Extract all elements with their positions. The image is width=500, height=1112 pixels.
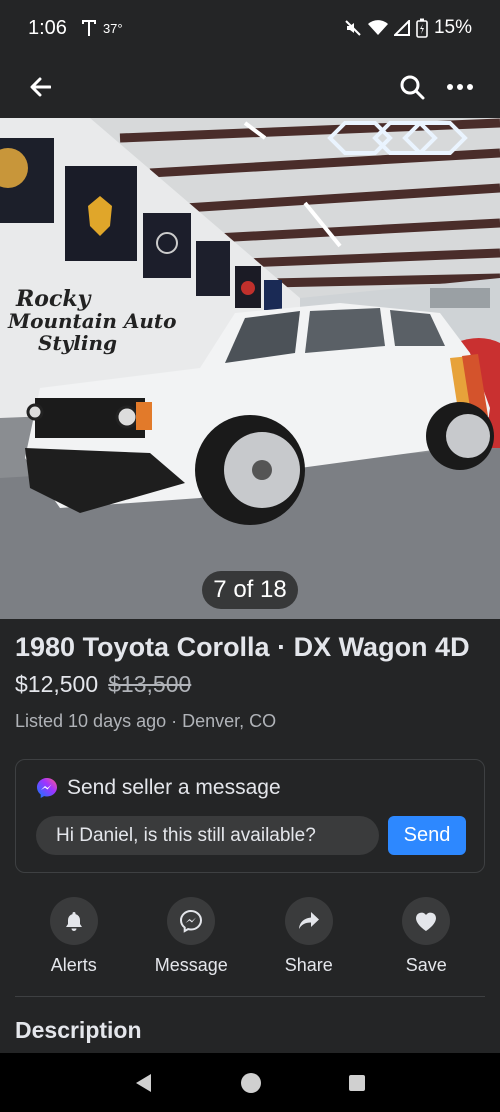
mute-icon	[345, 20, 361, 36]
signal-icon	[393, 20, 410, 36]
description-heading: Description	[15, 1017, 142, 1043]
listing-title: 1980 Toyota Corolla · DX Wagon 4D	[15, 632, 470, 662]
messenger-icon	[180, 909, 203, 933]
tmobile-icon	[81, 20, 96, 36]
svg-text:Mountain Auto: Mountain Auto	[7, 309, 177, 333]
alerts-button[interactable]: Alerts	[15, 897, 133, 981]
divider	[15, 996, 485, 997]
message-heading: Send seller a message	[67, 776, 281, 799]
action-row: Alerts Message Share Save	[15, 897, 485, 981]
wifi-icon	[367, 20, 388, 35]
search-icon	[400, 75, 425, 100]
price-row: $12,500 $13,500	[15, 671, 191, 698]
search-button[interactable]	[390, 65, 434, 109]
back-arrow-icon	[30, 77, 51, 97]
nav-back-icon[interactable]	[133, 1072, 155, 1094]
send-button[interactable]: Send	[388, 816, 466, 855]
listing-price: $12,500	[15, 671, 99, 697]
message-card: Send seller a message Hi Daniel, is this…	[15, 759, 485, 873]
back-button[interactable]	[18, 65, 62, 109]
bell-icon	[65, 912, 82, 931]
message-heading-row: Send seller a message	[36, 776, 281, 800]
save-button[interactable]: Save	[368, 897, 486, 981]
message-icon-circle	[167, 897, 216, 945]
alerts-icon-circle	[49, 897, 98, 945]
save-label: Save	[405, 955, 447, 975]
share-label: Share	[284, 955, 333, 975]
car-photo-image: Rocky Mountain Auto Styling	[0, 118, 500, 619]
svg-text:Styling: Styling	[38, 331, 117, 355]
messenger-logo-icon	[37, 778, 57, 798]
status-temperature: 37°	[102, 20, 123, 36]
photo-counter: 7 of 18	[202, 571, 298, 609]
message-input[interactable]: Hi Daniel, is this still available?	[36, 816, 379, 855]
nav-home-icon[interactable]	[240, 1072, 262, 1094]
share-icon	[298, 912, 319, 929]
nav-recents-icon[interactable]	[347, 1073, 367, 1093]
more-button[interactable]	[438, 65, 482, 109]
status-bar: 1:06 37° 15%	[0, 0, 500, 56]
message-button[interactable]: Message	[133, 897, 251, 981]
status-left-icons: 37°	[81, 19, 123, 37]
battery-icon	[416, 18, 428, 38]
share-icon-circle	[284, 897, 333, 945]
status-battery: 15%	[433, 17, 472, 38]
listing-original-price: $13,500	[108, 671, 192, 697]
listing-photo[interactable]: Rocky Mountain Auto Styling 7 of 18	[0, 118, 500, 619]
more-icon	[447, 84, 473, 90]
alerts-label: Alerts	[50, 955, 97, 975]
status-time: 1:06	[28, 16, 67, 39]
heart-icon	[416, 912, 437, 931]
share-button[interactable]: Share	[250, 897, 368, 981]
listing-meta: Listed 10 days ago · Denver, CO	[15, 711, 277, 731]
status-right: 15%	[344, 17, 472, 39]
save-icon-circle	[402, 897, 451, 945]
app-bar	[0, 56, 500, 118]
app-bar-actions	[390, 65, 482, 109]
system-nav-bar	[0, 1053, 500, 1112]
message-label: Message	[154, 955, 228, 975]
